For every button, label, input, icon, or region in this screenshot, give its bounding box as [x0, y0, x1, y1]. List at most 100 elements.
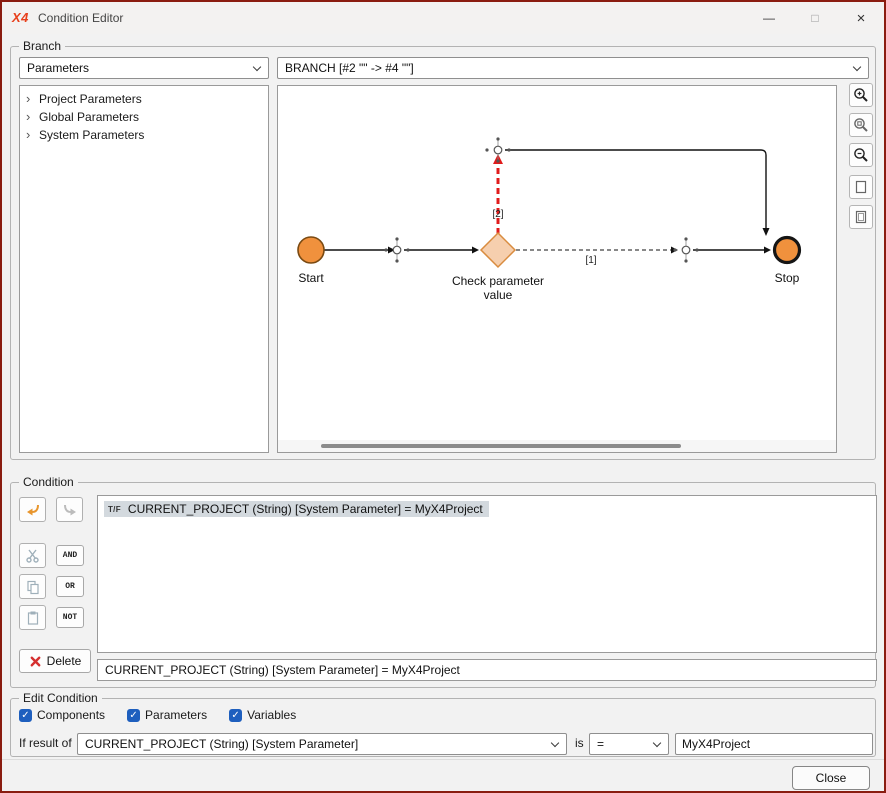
cut-button[interactable]: [19, 543, 46, 568]
variables-checkbox[interactable]: ✓ Variables: [229, 707, 296, 723]
delete-label: Delete: [47, 654, 82, 668]
condition-preview: CURRENT_PROJECT (String) [System Paramet…: [97, 659, 877, 681]
cut-icon: [25, 548, 40, 563]
parameters-combo-value: Parameters: [27, 58, 89, 78]
close-button[interactable]: ×: [838, 2, 884, 34]
stop-node[interactable]: [775, 238, 800, 263]
is-label: is: [575, 736, 584, 750]
edge-top-route: [505, 150, 766, 229]
zoom-in-button[interactable]: [849, 83, 873, 107]
branch-combo-value: BRANCH [#2 "" -> #4 ""]: [285, 58, 414, 78]
parameters-combo[interactable]: Parameters: [19, 57, 269, 79]
and-operator-button[interactable]: AND: [56, 545, 84, 566]
zoom-in-icon: [853, 87, 869, 103]
branch-group-label: Branch: [19, 39, 65, 53]
variables-checkbox-label: Variables: [247, 708, 296, 722]
window-title: Condition Editor: [38, 11, 123, 25]
chevron-down-icon: [653, 739, 661, 747]
workflow-canvas[interactable]: Start Check parameter value Stop [1] [2]: [277, 85, 837, 453]
condition-editor-window: X4 Condition Editor — □ × Branch Paramet…: [0, 0, 886, 793]
edit-condition-group-label: Edit Condition: [19, 691, 102, 705]
paste-button[interactable]: [19, 605, 46, 630]
tree-item-label: Global Parameters: [39, 110, 139, 124]
if-result-of-label: If result of: [19, 736, 72, 750]
paste-icon: [25, 610, 41, 626]
page-preview-button[interactable]: [849, 205, 873, 229]
arrowhead: [472, 247, 479, 254]
minimize-icon: —: [763, 11, 775, 25]
components-checkbox[interactable]: ✓ Components: [19, 707, 105, 723]
branch-combo[interactable]: BRANCH [#2 "" -> #4 ""]: [277, 57, 869, 79]
window-controls: — □ ×: [746, 2, 884, 34]
zoom-selection-icon: [853, 117, 869, 133]
arrowhead: [763, 228, 770, 236]
app-logo: X4: [12, 10, 29, 25]
start-node[interactable]: [298, 237, 324, 263]
close-dialog-button[interactable]: Close: [792, 766, 870, 790]
operator-combo[interactable]: =: [589, 733, 669, 755]
chevron-right-icon: ›: [26, 127, 34, 143]
edge2-label: [2]: [492, 209, 503, 220]
filter-checkboxes: ✓ Components ✓ Parameters ✓ Variables: [19, 707, 296, 723]
zoom-out-icon: [853, 147, 869, 163]
boolean-type-tag: T/F: [108, 505, 121, 514]
tree-item-project-parameters[interactable]: › Project Parameters: [20, 90, 268, 108]
tree-item-system-parameters[interactable]: › System Parameters: [20, 126, 268, 144]
apply-arrow-icon: [25, 502, 41, 518]
zoom-selection-button[interactable]: [849, 113, 873, 137]
page-preview-icon: [853, 209, 869, 225]
tree-item-label: System Parameters: [39, 128, 144, 142]
expression-combo-value: CURRENT_PROJECT (String) [System Paramet…: [85, 734, 358, 754]
condition-row-text: CURRENT_PROJECT (String) [System Paramet…: [128, 502, 483, 516]
expression-combo[interactable]: CURRENT_PROJECT (String) [System Paramet…: [77, 733, 567, 755]
or-operator-button[interactable]: OR: [56, 576, 84, 597]
decision-node-label-2: value: [484, 288, 513, 302]
redo-condition-button[interactable]: [56, 497, 83, 522]
condition-list[interactable]: T/F CURRENT_PROJECT (String) [System Par…: [97, 495, 877, 653]
decision-node[interactable]: [481, 233, 515, 267]
edge1-label: [1]: [585, 255, 596, 266]
chevron-down-icon: [551, 739, 559, 747]
checkbox-check-icon: ✓: [19, 709, 32, 722]
maximize-button[interactable]: □: [792, 2, 838, 34]
edit-condition-group: Edit Condition ✓ Components ✓ Parameters…: [10, 698, 876, 757]
tree-item-label: Project Parameters: [39, 92, 142, 106]
compare-value-input[interactable]: [675, 733, 873, 755]
start-node-label: Start: [298, 271, 324, 285]
zoom-out-button[interactable]: [849, 143, 873, 167]
minimize-button[interactable]: —: [746, 2, 792, 34]
redo-arrow-icon: [62, 502, 78, 518]
tree-item-global-parameters[interactable]: › Global Parameters: [20, 108, 268, 126]
dialog-footer: Close: [2, 759, 884, 791]
close-icon: ×: [857, 10, 866, 27]
operator-combo-value: =: [597, 734, 604, 754]
parameters-tree: › Project Parameters › Global Parameters…: [19, 85, 269, 453]
chevron-down-icon: [253, 63, 261, 71]
condition-group-label: Condition: [19, 475, 78, 489]
components-checkbox-label: Components: [37, 708, 105, 722]
checkbox-check-icon: ✓: [229, 709, 242, 722]
stop-node-label: Stop: [775, 271, 800, 285]
delete-condition-button[interactable]: Delete: [19, 649, 91, 673]
fit-page-icon: [853, 179, 869, 195]
parameters-checkbox-label: Parameters: [145, 708, 207, 722]
copy-icon: [25, 579, 41, 595]
condition-list-row[interactable]: T/F CURRENT_PROJECT (String) [System Par…: [104, 501, 489, 517]
chevron-right-icon: ›: [26, 91, 34, 107]
branch-group: Branch Parameters › Project Parameters ›…: [10, 46, 876, 460]
maximize-icon: □: [811, 11, 818, 25]
scrollbar-thumb[interactable]: [321, 444, 681, 448]
copy-button[interactable]: [19, 574, 46, 599]
apply-condition-button[interactable]: [19, 497, 46, 522]
arrowhead: [764, 247, 771, 254]
fit-page-button[interactable]: [849, 175, 873, 199]
not-operator-button[interactable]: NOT: [56, 607, 84, 628]
chevron-right-icon: ›: [26, 109, 34, 125]
canvas-horizontal-scrollbar[interactable]: [278, 440, 836, 452]
condition-group: Condition AND: [10, 482, 876, 688]
checkbox-check-icon: ✓: [127, 709, 140, 722]
parameters-checkbox[interactable]: ✓ Parameters: [127, 707, 207, 723]
workflow-diagram: Start Check parameter value Stop [1] [2]: [278, 86, 836, 438]
decision-node-label-1: Check parameter: [452, 274, 544, 288]
title-bar: X4 Condition Editor — □ ×: [2, 2, 884, 34]
